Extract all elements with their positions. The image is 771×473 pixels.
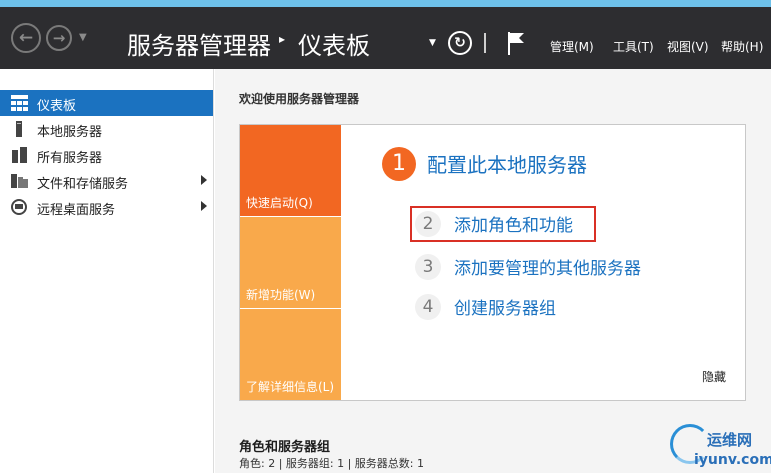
tile-label: 了解详细信息(L) [246,380,335,394]
sidebar: 仪表板 本地服务器 所有服务器 文件和存储服务 远程桌面服务 [0,69,214,473]
tile-quick-start[interactable]: 快速启动(Q) [240,125,341,216]
breadcrumb-root: 服务器管理器 [127,32,271,60]
menu-view[interactable]: 视图(V) [667,38,709,55]
main-content: 欢迎使用服务器管理器 快速启动(Q) 新增功能(W) 了解详细信息(L) 1 配… [215,69,771,473]
highlight-box [410,206,596,242]
history-dropdown-icon[interactable]: ▼ [79,32,87,43]
toolbar-divider [484,33,486,53]
page-title: 仪表板 [298,32,370,60]
watermark-logo: 运维网 iyunv.com [664,422,771,473]
refresh-dropdown-icon[interactable]: ▼ [429,38,436,48]
tile-label: 快速启动(Q) [246,196,313,210]
sidebar-item-label: 远程桌面服务 [37,203,116,218]
sidebar-item-label: 文件和存储服务 [37,177,129,192]
sidebar-item-label: 仪表板 [37,99,77,114]
sidebar-item-local-server[interactable]: 本地服务器 [0,116,213,142]
sidebar-item-label: 本地服务器 [37,125,103,140]
tile-label: 新增功能(W) [246,288,316,302]
sidebar-item-label: 所有服务器 [37,151,103,166]
back-arrow-icon[interactable]: ← [11,23,41,53]
remote-desktop-icon [11,199,27,215]
welcome-heading: 欢迎使用服务器管理器 [239,92,360,106]
sidebar-item-file-storage[interactable]: 文件和存储服务 [0,168,213,194]
watermark-text-top: 运维网 [707,431,753,449]
sidebar-item-all-servers[interactable]: 所有服务器 [0,142,213,168]
quick-start-panel: 快速启动(Q) 新增功能(W) 了解详细信息(L) 1 配置此本地服务器 2 添… [239,124,746,401]
file-storage-icon [11,174,28,188]
breadcrumb-separator: ▸ [279,32,286,46]
dashboard-grid-icon [11,95,28,111]
step-3-link[interactable]: 添加要管理的其他服务器 [454,254,641,279]
notification-flag-icon[interactable] [506,30,526,56]
tile-learn-more[interactable]: 了解详细信息(L) [240,309,341,400]
roles-heading: 角色和服务器组 [239,440,331,455]
tile-whats-new[interactable]: 新增功能(W) [240,217,341,308]
step-1-number: 1 [382,147,416,181]
roles-summary: 角色: 2 | 服务器组: 1 | 服务器总数: 1 [239,457,425,470]
refresh-icon[interactable]: ↻ [448,31,472,55]
step-number: 3 [415,254,441,280]
server-icon [16,121,22,137]
expand-arrow-icon[interactable] [201,201,207,211]
sidebar-item-remote-desktop[interactable]: 远程桌面服务 [0,194,213,220]
title-bar: ← → ▼ 服务器管理器 ▸ 仪表板 ▼ ↻ 管理(M) 工具(T) 视图(V)… [0,0,771,69]
menu-tools[interactable]: 工具(T) [613,38,654,55]
step-1-link[interactable]: 配置此本地服务器 [427,149,587,178]
watermark-text-bottom: iyunv.com [694,452,771,468]
servers-icon [12,147,27,163]
menu-help[interactable]: 帮助(H) [721,38,763,55]
forward-arrow-icon[interactable]: → [46,25,72,51]
hide-link[interactable]: 隐藏 [702,368,726,385]
sidebar-item-dashboard[interactable]: 仪表板 [0,90,213,116]
step-number: 4 [415,294,441,320]
menu-manage[interactable]: 管理(M) [550,38,594,55]
expand-arrow-icon[interactable] [201,175,207,185]
step-4-link[interactable]: 创建服务器组 [454,294,556,319]
